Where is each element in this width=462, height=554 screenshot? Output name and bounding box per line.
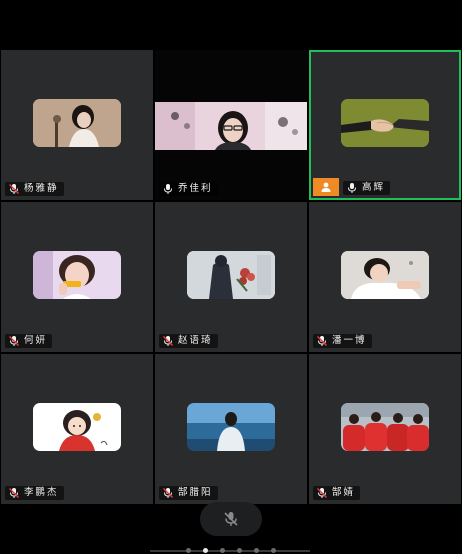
page-dot-active[interactable] xyxy=(203,548,208,553)
participant-name: 潘一博 xyxy=(332,335,367,346)
mic-off-icon xyxy=(9,488,19,498)
avatar xyxy=(33,99,121,147)
avatar xyxy=(341,99,429,147)
participant-tile[interactable]: 杨雅静 xyxy=(1,50,153,200)
participant-label: 乔佳利 xyxy=(159,182,218,196)
participant-tile[interactable]: 郜腊阳 xyxy=(155,354,307,504)
participant-tile[interactable]: 赵语琦 xyxy=(155,202,307,352)
participant-tile[interactable]: 郜婧 xyxy=(309,354,461,504)
participant-name: 高辉 xyxy=(362,182,386,193)
avatar xyxy=(341,251,429,299)
participant-name: 何妍 xyxy=(24,335,48,346)
mic-icon xyxy=(164,184,172,194)
avatar xyxy=(33,403,121,451)
participant-label: 何妍 xyxy=(5,334,53,348)
mic-off-icon xyxy=(9,184,19,194)
page-indicator[interactable] xyxy=(0,548,462,554)
mic-off-icon xyxy=(317,336,327,346)
mic-off-icon xyxy=(317,488,327,498)
participant-grid: 杨雅静 乔佳利 高辉 何妍 赵语琦 潘一博 李鹏杰 郜腊阳 郜婧 xyxy=(0,49,462,504)
meeting-screen: 杨雅静 乔佳利 高辉 何妍 赵语琦 潘一博 李鹏杰 郜腊阳 郜婧 xyxy=(0,0,462,554)
page-dot[interactable] xyxy=(254,548,259,553)
page-dot[interactable] xyxy=(237,548,242,553)
participant-label: 杨雅静 xyxy=(5,182,64,196)
participant-tile[interactable]: 潘一博 xyxy=(309,202,461,352)
participant-name: 杨雅静 xyxy=(24,183,59,194)
participant-label: 潘一博 xyxy=(313,334,372,348)
avatar xyxy=(33,251,121,299)
page-dot[interactable] xyxy=(220,548,225,553)
participant-label: 赵语琦 xyxy=(159,334,218,348)
user-icon xyxy=(321,182,331,192)
participant-tile-active[interactable]: 高辉 xyxy=(309,50,461,200)
mic-off-icon xyxy=(163,336,173,346)
participant-name: 赵语琦 xyxy=(178,335,213,346)
participant-label: 郜腊阳 xyxy=(159,486,218,500)
avatar xyxy=(341,403,429,451)
page-dot[interactable] xyxy=(271,548,276,553)
host-badge xyxy=(313,178,339,196)
mute-button[interactable] xyxy=(200,502,262,536)
video-feed xyxy=(155,102,307,150)
participant-label: 高辉 xyxy=(343,181,391,195)
avatar xyxy=(187,251,275,299)
participant-label: 郜婧 xyxy=(313,486,361,500)
mic-off-icon xyxy=(163,488,173,498)
participant-name: 乔佳利 xyxy=(178,183,213,194)
participant-tile[interactable]: 李鹏杰 xyxy=(1,354,153,504)
participant-tile[interactable]: 乔佳利 xyxy=(155,50,307,200)
mic-off-icon xyxy=(224,512,238,526)
participant-name: 郜腊阳 xyxy=(178,487,213,498)
avatar xyxy=(187,403,275,451)
participant-name: 郜婧 xyxy=(332,487,356,498)
page-dot[interactable] xyxy=(186,548,191,553)
participant-label: 李鹏杰 xyxy=(5,486,64,500)
participant-name: 李鹏杰 xyxy=(24,487,59,498)
mic-off-icon xyxy=(9,336,19,346)
participant-tile[interactable]: 何妍 xyxy=(1,202,153,352)
mic-icon xyxy=(348,183,356,193)
